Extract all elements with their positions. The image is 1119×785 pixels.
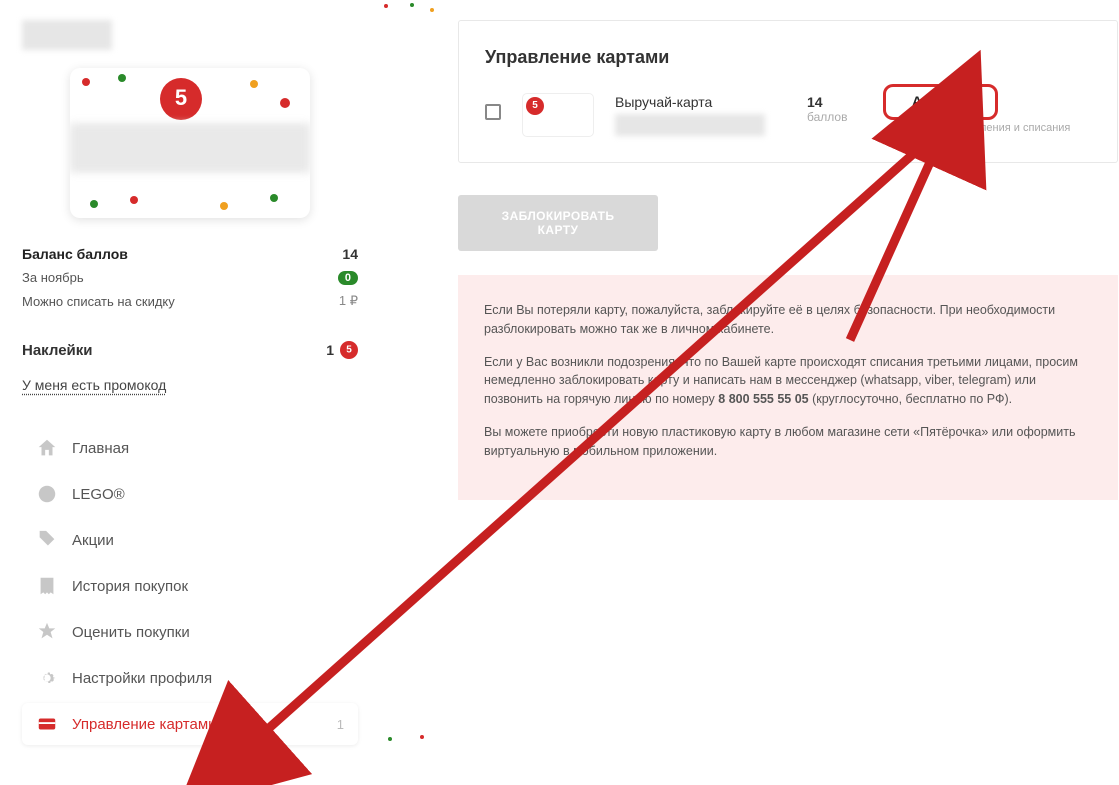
balance-month-row: За ноябрь 0 — [22, 270, 358, 285]
nav-lego[interactable]: LEGO® — [22, 473, 358, 515]
nav-rate[interactable]: Оценить покупки — [22, 611, 358, 653]
discount-value: 1 ₽ — [339, 293, 358, 309]
stickers-count: 1 — [326, 342, 334, 358]
nav-home[interactable]: Главная — [22, 427, 358, 469]
balance-value: 14 — [342, 246, 358, 262]
loyalty-card — [22, 68, 358, 218]
card-thumbnail — [523, 94, 593, 136]
nav-history[interactable]: История покупок — [22, 565, 358, 607]
nav-rate-label: Оценить покупки — [72, 624, 190, 641]
card-number-placeholder — [615, 114, 765, 136]
nav-settings-label: Настройки профиля — [72, 670, 212, 687]
nav-lego-label: LEGO® — [72, 486, 125, 503]
nav-promo[interactable]: Акции — [22, 519, 358, 561]
balance-label: Баланс баллов — [22, 246, 128, 262]
promo-code-link[interactable]: У меня есть промокод — [22, 377, 166, 393]
discount-label: Можно списать на скидку — [22, 294, 175, 309]
username-placeholder — [22, 20, 112, 50]
nav-home-label: Главная — [72, 440, 129, 457]
cards-panel: Управление картами Выручай-карта — [458, 20, 1118, 163]
sidebar-nav: Главная LEGO® Акции История покупок — [22, 427, 358, 745]
balance-row: Баланс баллов 14 — [22, 246, 358, 262]
card-status-col: Активна доступны начисления и списания — [899, 94, 1091, 134]
sticker-icon — [340, 341, 358, 359]
stickers-row: Наклейки 1 — [22, 341, 358, 359]
discount-row: Можно списать на скидку 1 ₽ — [22, 293, 358, 309]
balance-month-label: За ноябрь — [22, 270, 84, 285]
nav-history-label: История покупок — [72, 578, 188, 595]
nav-cards-label: Управление картами — [72, 716, 217, 733]
nav-cards[interactable]: Управление картами 1 — [22, 703, 358, 745]
card-list-row: Выручай-карта 14 баллов Активна доступны… — [485, 94, 1091, 136]
star-icon — [36, 621, 58, 643]
receipt-icon — [36, 575, 58, 597]
sidebar: Баланс баллов 14 За ноябрь 0 Можно списа… — [0, 0, 380, 745]
card-status-sub: доступны начисления и списания — [899, 122, 1091, 134]
nav-settings[interactable]: Настройки профиля — [22, 657, 358, 699]
status-highlight-box: Активна — [883, 84, 998, 120]
nav-promo-label: Акции — [72, 532, 114, 549]
lego-icon — [36, 483, 58, 505]
stickers-label: Наклейки — [22, 342, 93, 359]
nav-cards-count: 1 — [337, 717, 344, 732]
home-icon — [36, 437, 58, 459]
card-status: Активна — [912, 93, 969, 109]
card-icon — [36, 713, 58, 735]
tag-icon — [36, 529, 58, 551]
stickers-count-wrap: 1 — [326, 341, 358, 359]
balance-month-badge: 0 — [338, 271, 358, 285]
gear-icon — [36, 667, 58, 689]
main-content: Управление картами Выручай-карта — [380, 0, 1119, 745]
